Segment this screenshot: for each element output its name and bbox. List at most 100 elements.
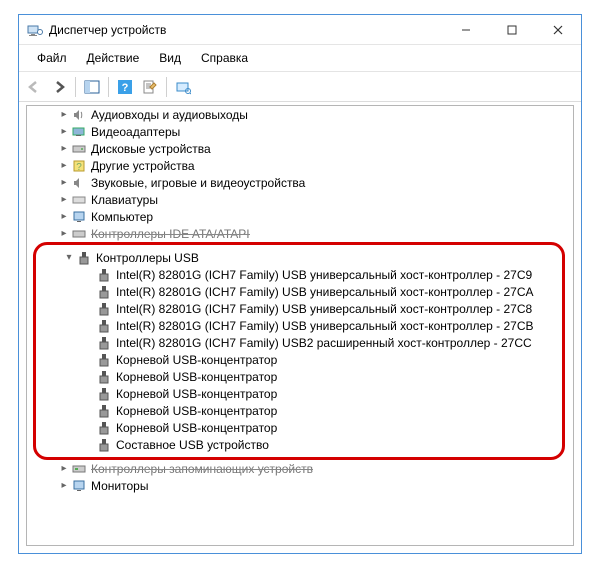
scan-hardware-button[interactable] [172, 76, 194, 98]
keyboard-icon [71, 192, 87, 208]
usb-icon [96, 284, 112, 300]
tree-label: Звуковые, игровые и видеоустройства [91, 176, 305, 190]
usb-callout: ▾ Контроллеры USB Intel(R) 82801G (ICH7 … [33, 242, 565, 460]
help-button[interactable]: ? [114, 76, 136, 98]
tree-label: Видеоадаптеры [91, 125, 180, 139]
menu-help[interactable]: Справка [193, 49, 256, 67]
tree-item-usb-device[interactable]: Корневой USB-концентратор [36, 402, 560, 419]
titlebar: Диспетчер устройств [19, 15, 581, 45]
chevron-right-icon[interactable]: ▸ [57, 211, 71, 222]
chevron-right-icon[interactable]: ▸ [57, 463, 71, 474]
tree-item-other[interactable]: ▸ ? Другие устройства [27, 157, 573, 174]
tree-label: Составное USB устройство [116, 438, 269, 452]
tree-label: Intel(R) 82801G (ICH7 Family) USB универ… [116, 268, 532, 282]
device-manager-window: Диспетчер устройств Файл Действие Вид Сп… [18, 14, 582, 554]
tree-label: Корневой USB-концентратор [116, 404, 277, 418]
chevron-right-icon[interactable]: ▸ [57, 177, 71, 188]
tree-item-usb-device[interactable]: Составное USB устройство [36, 436, 560, 453]
tree-item-usb-device[interactable]: Корневой USB-концентратор [36, 351, 560, 368]
chevron-right-icon[interactable]: ▸ [57, 143, 71, 154]
tree-label: Компьютер [91, 210, 153, 224]
usb-icon [76, 250, 92, 266]
tree-item-usb-device[interactable]: Intel(R) 82801G (ICH7 Family) USB2 расши… [36, 334, 560, 351]
tree-label: Контроллеры IDE ATA/ATAPI [91, 227, 250, 241]
toolbar: ? [19, 72, 581, 102]
tree-item-usb-device[interactable]: Корневой USB-концентратор [36, 385, 560, 402]
tree-item-audio[interactable]: ▸ Аудиовходы и аудиовыходы [27, 106, 573, 123]
tree-item-usb-device[interactable]: Корневой USB-концентратор [36, 368, 560, 385]
speaker-icon [71, 107, 87, 123]
tree-label: Другие устройства [91, 159, 195, 173]
menu-action[interactable]: Действие [79, 49, 148, 67]
tree-item-usb-device[interactable]: Intel(R) 82801G (ICH7 Family) USB универ… [36, 266, 560, 283]
toolbar-separator [75, 77, 76, 97]
menu-view[interactable]: Вид [151, 49, 189, 67]
device-tree[interactable]: ▸ Аудиовходы и аудиовыходы ▸ Видеоадапте… [26, 105, 574, 546]
chevron-right-icon[interactable]: ▸ [57, 109, 71, 120]
monitor-icon [71, 478, 87, 494]
tree-item-usb-device[interactable]: Intel(R) 82801G (ICH7 Family) USB универ… [36, 317, 560, 334]
toolbar-separator [166, 77, 167, 97]
close-button[interactable] [535, 15, 581, 44]
tree-item-storage[interactable]: ▸ Контроллеры запоминающих устройств [27, 460, 573, 477]
tree-item-usb-controllers[interactable]: ▾ Контроллеры USB [36, 249, 560, 266]
menu-file[interactable]: Файл [29, 49, 75, 67]
tree-label: Клавиатуры [91, 193, 158, 207]
toolbar-separator [108, 77, 109, 97]
tree-label: Аудиовходы и аудиовыходы [91, 108, 248, 122]
ide-controller-icon [71, 226, 87, 242]
svg-text:?: ? [122, 82, 129, 94]
tree-label: Intel(R) 82801G (ICH7 Family) USB универ… [116, 285, 534, 299]
tree-item-video[interactable]: ▸ Видеоадаптеры [27, 123, 573, 140]
usb-icon [96, 352, 112, 368]
tree-label: Корневой USB-концентратор [116, 370, 277, 384]
tree-item-keyboard[interactable]: ▸ Клавиатуры [27, 191, 573, 208]
storage-controller-icon [71, 461, 87, 477]
nav-forward-button[interactable] [48, 76, 70, 98]
maximize-button[interactable] [489, 15, 535, 44]
tree-label: Контроллеры USB [96, 251, 199, 265]
menubar: Файл Действие Вид Справка [19, 45, 581, 72]
sound-icon [71, 175, 87, 191]
tree-label: Intel(R) 82801G (ICH7 Family) USB2 расши… [116, 336, 532, 350]
tree-label: Контроллеры запоминающих устройств [91, 462, 313, 476]
tree-item-monitor[interactable]: ▸ Мониторы [27, 477, 573, 494]
usb-icon [96, 318, 112, 334]
tree-label: Мониторы [91, 479, 148, 493]
tree-item-usb-device[interactable]: Intel(R) 82801G (ICH7 Family) USB универ… [36, 300, 560, 317]
chevron-right-icon[interactable]: ▸ [57, 228, 71, 239]
tree-label: Intel(R) 82801G (ICH7 Family) USB универ… [116, 319, 534, 333]
minimize-button[interactable] [443, 15, 489, 44]
chevron-right-icon[interactable]: ▸ [57, 480, 71, 491]
nav-back-button[interactable] [23, 76, 45, 98]
tree-label: Корневой USB-концентратор [116, 353, 277, 367]
disk-icon [71, 141, 87, 157]
tree-label: Корневой USB-концентратор [116, 421, 277, 435]
usb-icon [96, 386, 112, 402]
tree-item-usb-device[interactable]: Intel(R) 82801G (ICH7 Family) USB универ… [36, 283, 560, 300]
chevron-down-icon[interactable]: ▾ [62, 252, 76, 263]
svg-text:?: ? [76, 162, 82, 173]
usb-icon [96, 403, 112, 419]
chevron-right-icon[interactable]: ▸ [57, 194, 71, 205]
computer-icon [71, 209, 87, 225]
tree-label: Intel(R) 82801G (ICH7 Family) USB универ… [116, 302, 532, 316]
usb-icon [96, 369, 112, 385]
properties-button[interactable] [139, 76, 161, 98]
usb-icon [96, 420, 112, 436]
usb-icon [96, 267, 112, 283]
tree-item-computer[interactable]: ▸ Компьютер [27, 208, 573, 225]
tree-label: Корневой USB-концентратор [116, 387, 277, 401]
show-hide-tree-button[interactable] [81, 76, 103, 98]
chevron-right-icon[interactable]: ▸ [57, 160, 71, 171]
tree-item-sound[interactable]: ▸ Звуковые, игровые и видеоустройства [27, 174, 573, 191]
display-adapter-icon [71, 124, 87, 140]
tree-item-usb-device[interactable]: Корневой USB-концентратор [36, 419, 560, 436]
unknown-device-icon: ? [71, 158, 87, 174]
tree-label: Дисковые устройства [91, 142, 211, 156]
tree-item-disk[interactable]: ▸ Дисковые устройства [27, 140, 573, 157]
tree-item-ide[interactable]: ▸ Контроллеры IDE ATA/ATAPI [27, 225, 573, 242]
chevron-right-icon[interactable]: ▸ [57, 126, 71, 137]
window-title: Диспетчер устройств [49, 23, 443, 37]
window-controls [443, 15, 581, 44]
